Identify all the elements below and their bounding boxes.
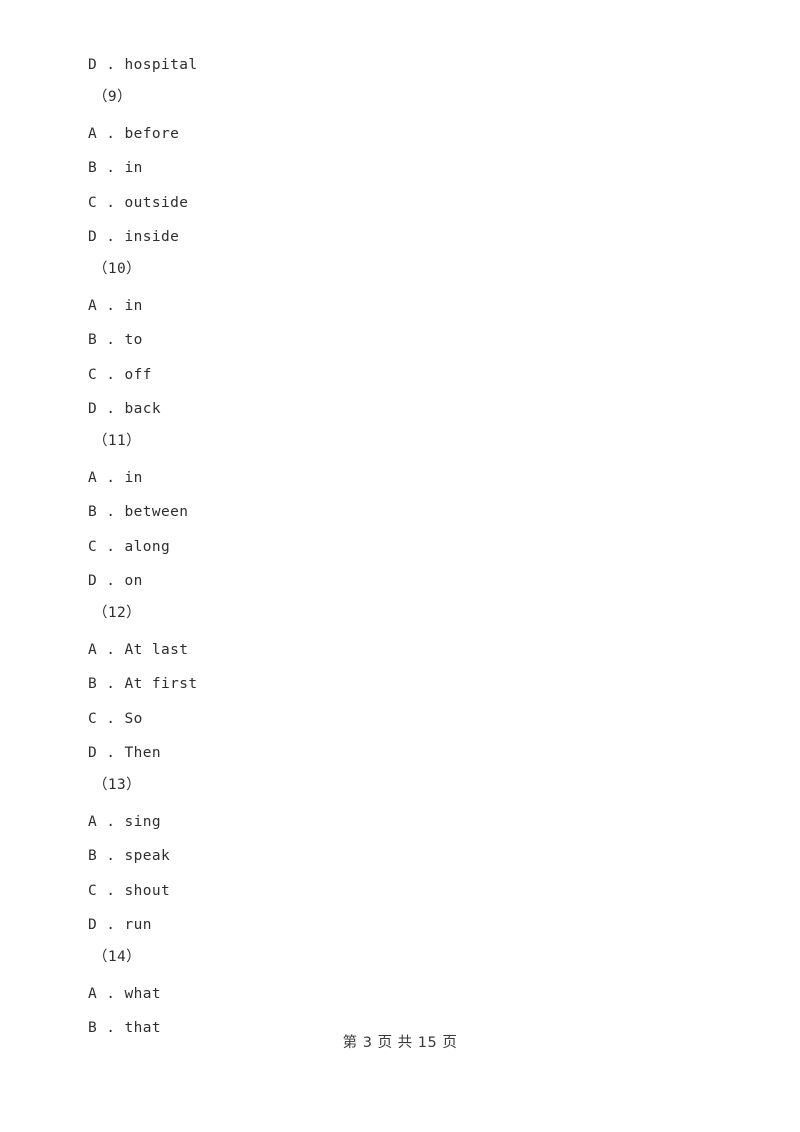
- answer-option: B . At first: [88, 676, 198, 692]
- answer-option: D . hospital: [88, 57, 198, 73]
- question-number: （13）: [93, 777, 142, 793]
- document-page: D . hospital （9） A . before B . in C . outsi…: [0, 0, 800, 1132]
- answer-option: C . along: [88, 539, 171, 555]
- answer-option: A . before: [88, 126, 180, 142]
- answer-option: C . outside: [88, 195, 189, 211]
- question-number: （9）: [93, 89, 132, 105]
- answer-option: B . between: [88, 504, 189, 520]
- answer-option: B . speak: [88, 848, 171, 864]
- question-number: （14）: [93, 949, 142, 965]
- answer-option: A . what: [88, 986, 162, 1002]
- answer-option: A . At last: [88, 642, 189, 658]
- answer-option: A . in: [88, 298, 143, 314]
- page-footer: 第 3 页 共 15 页: [342, 1035, 458, 1051]
- answer-option: D . run: [88, 917, 152, 933]
- answer-option: A . sing: [88, 814, 162, 830]
- answer-option: C . off: [88, 367, 152, 383]
- question-number: （11）: [93, 433, 142, 449]
- answer-option: B . in: [88, 160, 143, 176]
- question-number: （10）: [93, 261, 142, 277]
- question-number: （12）: [93, 605, 142, 621]
- answer-option: D . back: [88, 401, 162, 417]
- answer-option: A . in: [88, 470, 143, 486]
- answer-option: B . to: [88, 332, 143, 348]
- answer-option: D . on: [88, 573, 143, 589]
- answer-option: D . Then: [88, 745, 162, 761]
- answer-option: C . shout: [88, 883, 171, 899]
- answer-option: C . So: [88, 711, 143, 727]
- answer-option: D . inside: [88, 229, 180, 245]
